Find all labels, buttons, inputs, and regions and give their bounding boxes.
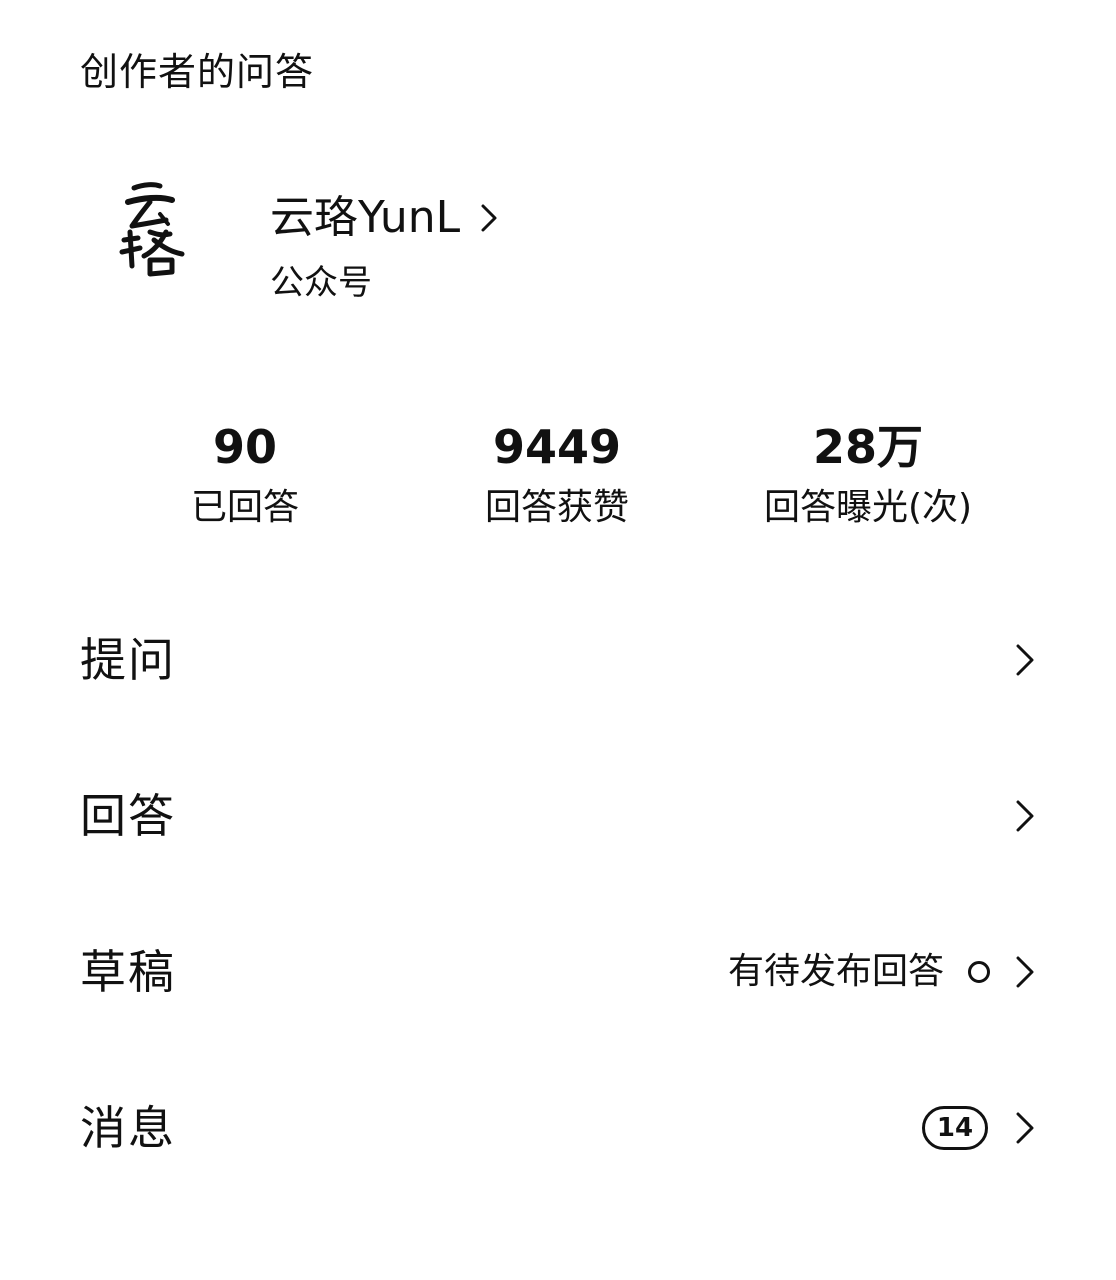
menu-item-label: 消息 xyxy=(80,1101,176,1155)
stat-label: 回答获赞 xyxy=(484,487,630,528)
unread-dot-icon xyxy=(968,961,990,983)
stat-value: 28万 xyxy=(812,420,923,474)
menu-item-right xyxy=(1014,642,1036,678)
menu-item-right xyxy=(1014,798,1036,834)
drafts-pending-note: 有待发布回答 xyxy=(727,951,944,992)
profile-name-row[interactable]: 云珞YunL xyxy=(270,188,498,248)
menu-item-messages[interactable]: 消息 14 xyxy=(0,1050,1116,1206)
profile-type: 公众号 xyxy=(270,263,372,303)
avatar[interactable] xyxy=(110,170,210,290)
stat-label: 已回答 xyxy=(190,487,300,528)
chevron-right-icon xyxy=(1016,800,1034,832)
menu-item-drafts[interactable]: 草稿 有待发布回答 xyxy=(0,894,1116,1050)
chevron-right-icon xyxy=(1016,956,1034,988)
stat-exposure: 28万 回答曝光(次) xyxy=(764,418,972,532)
profile-card[interactable]: 云珞YunL 公众号 xyxy=(110,170,810,320)
menu-item-label: 回答 xyxy=(80,789,176,843)
stats-row: 90 已回答 9449 回答获赞 28万 回答曝光(次) xyxy=(0,418,1116,548)
stat-value: 9449 xyxy=(492,420,622,474)
chevron-right-icon xyxy=(1016,1112,1034,1144)
message-count-badge: 14 xyxy=(922,1106,988,1150)
chevron-right-icon xyxy=(1016,644,1034,676)
chevron-right-icon xyxy=(481,204,497,232)
profile-name[interactable]: 云珞YunL xyxy=(270,190,460,246)
menu-item-label: 提问 xyxy=(80,633,176,687)
stat-label: 回答曝光(次) xyxy=(763,487,973,528)
menu-item-right: 有待发布回答 xyxy=(728,948,1036,996)
menu-item-label: 草稿 xyxy=(80,945,176,999)
menu-list: 提问 回答 草稿 有待发布回答 消息 14 xyxy=(0,582,1116,1206)
menu-item-answers[interactable]: 回答 xyxy=(0,738,1116,894)
stat-answered: 90 已回答 xyxy=(191,418,299,532)
stat-likes: 9449 回答获赞 xyxy=(485,418,629,532)
stat-value: 90 xyxy=(212,420,278,474)
menu-item-questions[interactable]: 提问 xyxy=(0,582,1116,738)
page-title: 创作者的问答 xyxy=(80,50,315,94)
menu-item-right: 14 xyxy=(922,1106,1036,1150)
